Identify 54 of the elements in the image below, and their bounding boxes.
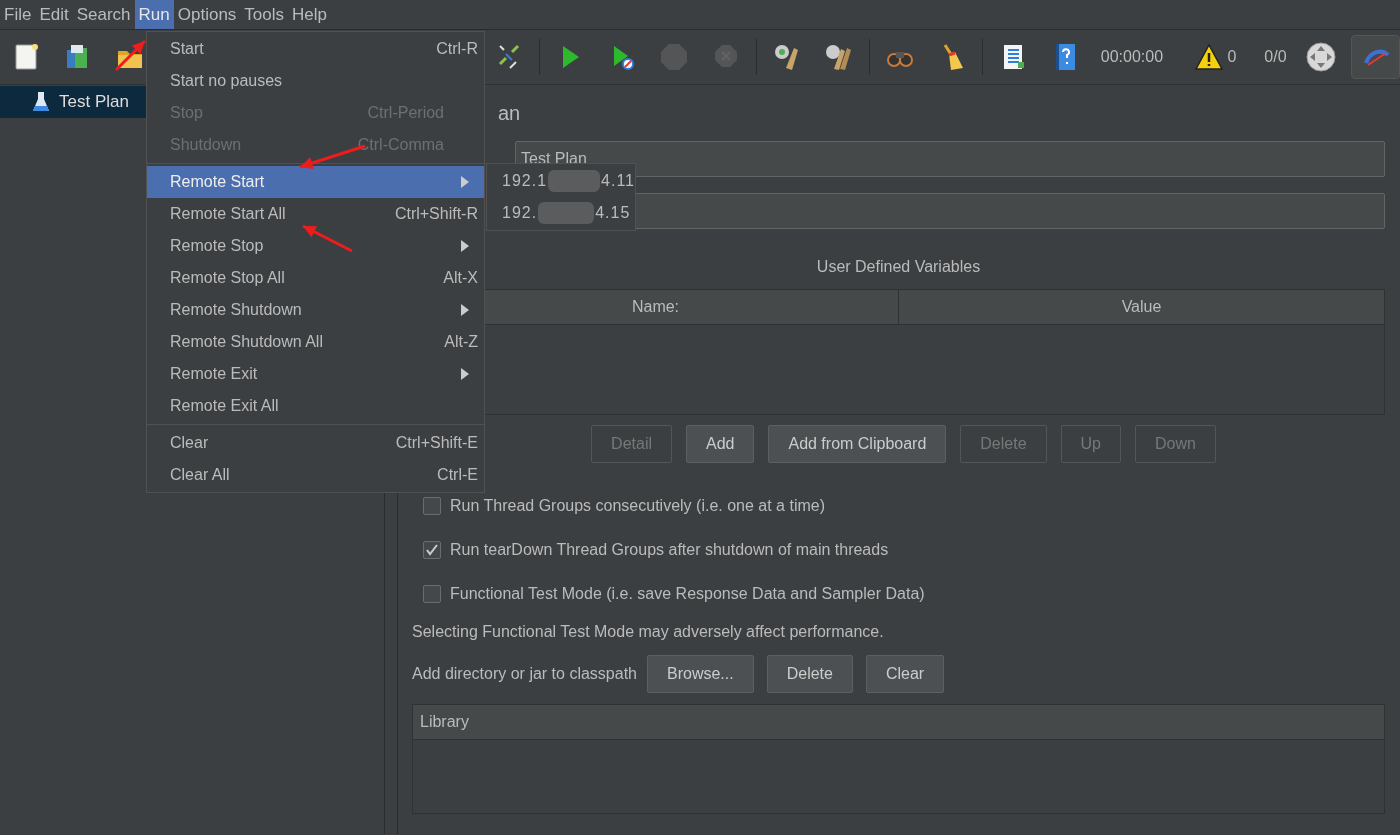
menu-bar-item[interactable]: Search <box>72 0 135 29</box>
classpath-label: Add directory or jar to classpath <box>412 664 637 684</box>
menu-bar-item[interactable]: Tools <box>240 0 289 29</box>
shortcut-text: Alt-Z <box>444 332 478 352</box>
menu-item[interactable]: Remote Start All Ctrl+Shift-R <box>147 198 484 230</box>
redaction-block <box>548 170 601 192</box>
menu-bar-item[interactable]: Options <box>173 0 241 29</box>
menu-bar-item[interactable]: File <box>0 0 36 29</box>
menu-item[interactable]: Start no pauses <box>147 65 484 97</box>
menu-item[interactable]: Remote Start <box>147 166 484 198</box>
shortcut-text: Ctrl+Shift-R <box>394 204 478 224</box>
submenu-arrow-icon <box>460 368 470 380</box>
column-header[interactable]: Value <box>898 290 1384 324</box>
checkbox-label: Functional Test Mode (i.e. save Response Data and Sampler Data) <box>450 584 925 604</box>
submenu-arrow-icon <box>460 240 470 252</box>
timer-text: 00:00:00 <box>1100 47 1165 67</box>
column-header[interactable]: Library <box>413 705 1384 739</box>
note-text: Selecting Functional Test Mode may adversely affect performance. <box>412 622 885 642</box>
table-button[interactable]: Add <box>686 425 755 463</box>
submenu-arrow-icon <box>460 304 470 316</box>
menu-bar-item[interactable]: Run <box>134 0 174 29</box>
checkbox[interactable] <box>423 585 441 603</box>
checkbox[interactable] <box>423 497 441 515</box>
menu-item[interactable]: Clear All Ctrl-E <box>147 459 484 491</box>
classpath-button[interactable]: Delete <box>766 655 853 693</box>
menu-bar-item[interactable]: Edit <box>35 0 73 29</box>
warning-count: 0 <box>1227 47 1238 67</box>
checkbox[interactable] <box>423 541 441 559</box>
menu-item[interactable]: Remote Exit <box>147 358 484 390</box>
table-button[interactable]: Add from Clipboard <box>768 425 947 463</box>
menu-bar-item[interactable]: Help <box>288 0 331 29</box>
menu-item[interactable]: Remote Stop <box>147 230 484 262</box>
menu-item[interactable]: Clear Ctrl+Shift-E <box>147 427 484 459</box>
redaction-block <box>538 202 595 224</box>
table-title: User Defined Variables <box>816 257 981 277</box>
menu-item[interactable]: Remote Shutdown <box>147 294 484 326</box>
submenu-arrow-icon <box>460 176 470 188</box>
checkbox-label: Run Thread Groups consecutively (i.e. one at a time) <box>450 496 825 516</box>
shortcut-text: Ctrl-R <box>436 39 478 59</box>
warning-icon[interactable] <box>1193 42 1224 72</box>
menu-item[interactable]: Remote Exit All <box>147 390 484 422</box>
panel-title: an <box>498 101 521 126</box>
checkbox-label: Run tearDown Thread Groups after shutdown of main threads <box>450 540 889 560</box>
menu-item[interactable]: Start Ctrl-R <box>147 33 484 65</box>
classpath-button[interactable]: Browse... <box>647 655 754 693</box>
menu-item[interactable]: Remote Stop All Alt-X <box>147 262 484 294</box>
shortcut-text: Ctrl-E <box>437 465 478 485</box>
submenu-item[interactable]: 192. 4.15 <box>487 197 635 229</box>
shortcut-text: Ctrl+Shift-E <box>395 433 478 453</box>
shortcut-text: Alt-X <box>443 268 478 288</box>
flask-icon <box>32 90 50 114</box>
classpath-button[interactable]: Clear <box>865 655 945 693</box>
thread-count: 0/0 <box>1264 47 1287 67</box>
menu-item[interactable]: Remote Shutdown All Alt-Z <box>147 326 484 358</box>
